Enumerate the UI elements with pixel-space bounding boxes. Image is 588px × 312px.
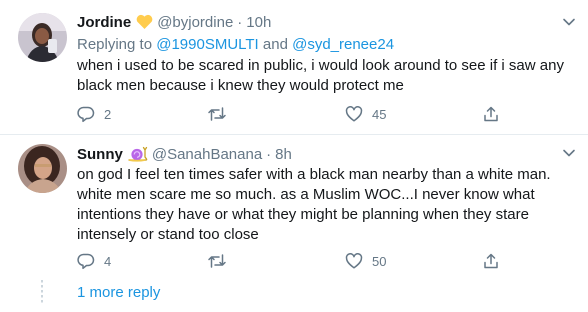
share-icon <box>482 105 500 123</box>
tweet-header: Jordine @byjordine · 10h <box>77 11 271 33</box>
tweet[interactable]: Jordine @byjordine · 10h Replying to @19… <box>0 0 588 135</box>
reply-icon <box>77 105 95 123</box>
timestamp[interactable]: 8h <box>275 146 292 163</box>
retweet-icon <box>207 252 227 270</box>
share-button[interactable] <box>482 251 500 271</box>
share-icon <box>482 252 500 270</box>
user-handle[interactable]: @SanahBanana <box>152 146 262 163</box>
mention-link[interactable]: @syd_renee24 <box>292 36 394 53</box>
tweet-actions: 2 45 <box>77 104 537 124</box>
separator: · <box>266 145 272 163</box>
chevron-down-icon[interactable] <box>560 13 578 31</box>
like-button[interactable]: 45 <box>345 104 386 124</box>
replying-to-prefix: Replying to <box>77 36 157 53</box>
more-replies-link[interactable]: 1 more reply <box>77 284 160 301</box>
tweet-text: when i used to be scared in public, i wo… <box>77 56 577 96</box>
tweet-text-line: when i used to be scared in public, i wo… <box>77 57 564 74</box>
retweet-button[interactable] <box>207 104 236 124</box>
yellow-heart-icon <box>136 14 153 30</box>
heart-icon <box>345 252 363 270</box>
tweet-text-line: white men scare me so much. as a Muslim … <box>77 186 535 203</box>
reply-count: 2 <box>104 106 112 122</box>
tweet-text-line: intensely or stand too close <box>77 226 259 243</box>
replying-to: Replying to @1990SMULTI and @syd_renee24 <box>77 36 394 53</box>
tweet-actions: 4 50 <box>77 251 537 271</box>
tweet-text: on god I feel ten times safer with a bla… <box>77 165 577 245</box>
retweet-button[interactable] <box>207 251 236 271</box>
reply-button[interactable]: 4 <box>77 251 111 271</box>
retweet-icon <box>207 105 227 123</box>
replying-to-joiner: and <box>258 36 293 53</box>
like-count: 45 <box>372 106 387 122</box>
display-name[interactable]: Jordine <box>77 14 131 31</box>
reply-button[interactable]: 2 <box>77 104 111 124</box>
avatar[interactable] <box>18 144 67 193</box>
user-handle[interactable]: @byjordine <box>157 14 233 31</box>
like-count: 50 <box>372 253 387 269</box>
tweet-text-line: on god I feel ten times safer with a bla… <box>77 166 551 183</box>
display-name[interactable]: Sunny <box>77 146 123 163</box>
share-button[interactable] <box>482 104 500 124</box>
tweet[interactable]: Sunny @SanahBanana · 8h on god I feel te… <box>0 135 588 312</box>
reply-icon <box>77 252 95 270</box>
separator: · <box>237 13 243 31</box>
thread-connector <box>41 280 43 305</box>
avatar[interactable] <box>18 13 67 62</box>
snail-icon <box>128 146 148 162</box>
tweet-header: Sunny @SanahBanana · 8h <box>77 143 292 165</box>
mention-link[interactable]: @1990SMULTI <box>156 36 259 53</box>
reply-count: 4 <box>104 253 112 269</box>
heart-icon <box>345 105 363 123</box>
like-button[interactable]: 50 <box>345 251 386 271</box>
tweet-text-line: intentions they have or what they might … <box>77 206 529 223</box>
timestamp[interactable]: 10h <box>246 14 271 31</box>
chevron-down-icon[interactable] <box>560 144 578 162</box>
tweet-text-line: black men because i knew they would prot… <box>77 77 404 94</box>
